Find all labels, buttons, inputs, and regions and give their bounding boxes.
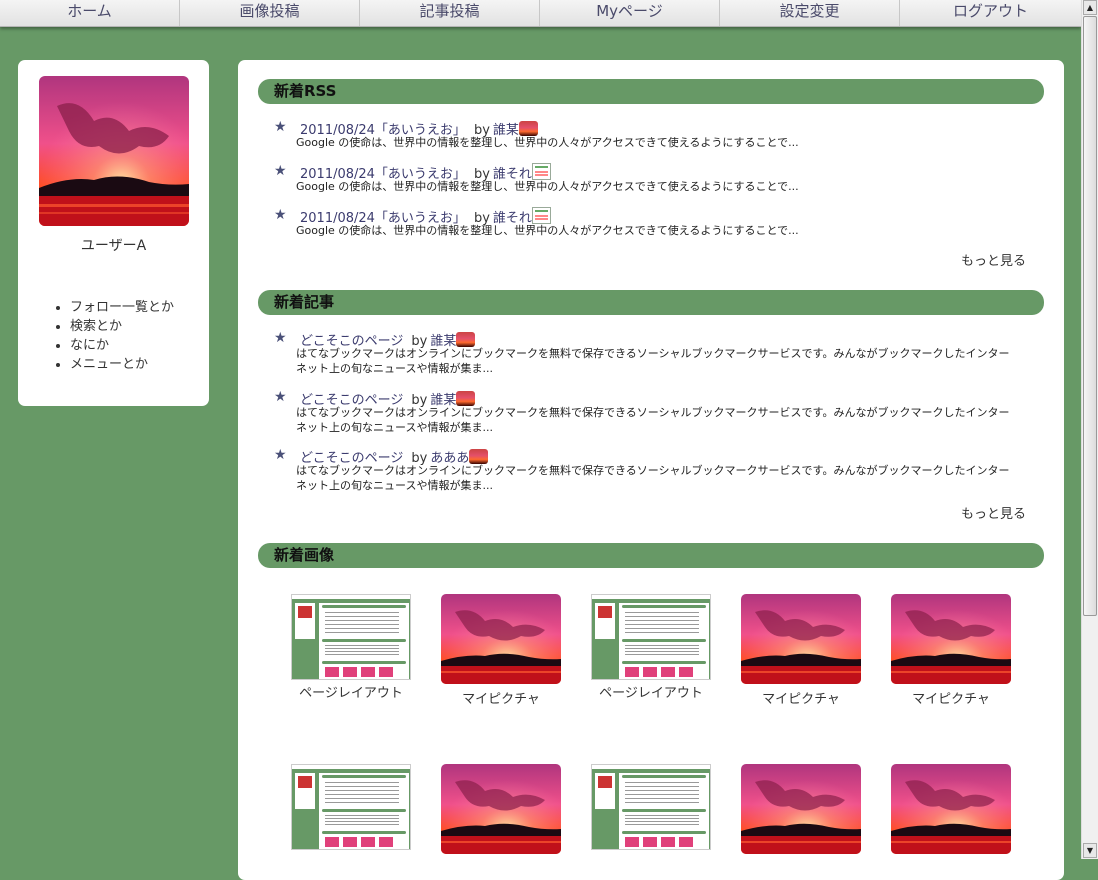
entry-description: はてなブックマークはオンラインにブックマークを無料で保存できるソーシャルブックマ…	[296, 347, 1010, 375]
section-header-images: 新着画像	[258, 543, 1044, 568]
image-thumbnail[interactable]	[291, 764, 411, 852]
entry-description: Google の使命は、世界中の情報を整理し、世界中の人々がアクセスできて使える…	[296, 136, 799, 149]
sunset-thumbnail-icon[interactable]	[518, 121, 538, 136]
user-name[interactable]: ユーザーA	[18, 235, 209, 255]
sidebar-item-something[interactable]: なにか	[70, 336, 174, 355]
page-layout-image[interactable]	[591, 594, 711, 680]
vertical-scrollbar[interactable]: ▲ ▼	[1081, 0, 1098, 859]
star-icon: ★	[274, 389, 287, 405]
nav-home[interactable]: ホーム	[0, 0, 180, 26]
rss-more-link[interactable]: もっと見る	[961, 250, 1026, 269]
image-thumbnail[interactable]: マイピクチャ	[891, 594, 1011, 707]
sidebar: ユーザーA フォロー一覧とか 検索とか なにか メニューとか	[18, 60, 209, 406]
entry-description: はてなブックマークはオンラインにブックマークを無料で保存できるソーシャルブックマ…	[296, 406, 1010, 434]
image-caption[interactable]: マイピクチャ	[891, 688, 1011, 707]
nav-settings[interactable]: 設定変更	[720, 0, 900, 26]
sunset-image[interactable]	[891, 594, 1011, 684]
image-thumbnail[interactable]: マイピクチャ	[741, 594, 861, 707]
page-layout-thumbnail-icon[interactable]	[531, 207, 551, 224]
sunset-image[interactable]	[741, 594, 861, 684]
entry-description: Google の使命は、世界中の情報を整理し、世界中の人々がアクセスできて使える…	[296, 224, 799, 237]
image-thumbnail[interactable]	[741, 764, 861, 858]
image-thumbnail[interactable]	[441, 764, 561, 858]
sunset-image[interactable]	[441, 764, 561, 854]
sunset-image[interactable]	[741, 764, 861, 854]
sunset-thumbnail-icon[interactable]	[469, 449, 489, 464]
nav-my-page[interactable]: Myページ	[540, 0, 720, 26]
sidebar-item-menu[interactable]: メニューとか	[70, 355, 174, 374]
nav-logout[interactable]: ログアウト	[900, 0, 1081, 26]
image-thumbnail[interactable]: マイピクチャ	[441, 594, 561, 707]
scroll-down-arrow-icon[interactable]: ▼	[1083, 843, 1097, 858]
sunset-thumbnail-icon[interactable]	[456, 391, 476, 406]
image-thumbnail[interactable]	[591, 764, 711, 852]
section-header-rss: 新着RSS	[258, 79, 1044, 104]
sunset-thumbnail-icon[interactable]	[456, 332, 476, 347]
sunset-image[interactable]	[891, 764, 1011, 854]
page-layout-image[interactable]	[291, 764, 411, 850]
top-navigation-bar: ホーム 画像投稿 記事投稿 Myページ 設定変更 ログアウト	[0, 0, 1081, 27]
image-caption[interactable]: マイピクチャ	[441, 688, 561, 707]
image-thumbnail[interactable]: ページレイアウト	[291, 594, 411, 701]
star-icon: ★	[274, 163, 287, 179]
sunset-image[interactable]	[441, 594, 561, 684]
image-caption[interactable]: ページレイアウト	[591, 682, 711, 701]
articles-more-link[interactable]: もっと見る	[961, 503, 1026, 522]
star-icon: ★	[274, 119, 287, 135]
scroll-up-arrow-icon[interactable]: ▲	[1083, 0, 1097, 15]
star-icon: ★	[274, 447, 287, 463]
page-layout-image[interactable]	[591, 764, 711, 850]
main-content: 新着RSS ★ 2011/08/24「あいうえお」 by 誰某 Google の使命…	[238, 60, 1064, 880]
image-thumbnail[interactable]: ページレイアウト	[591, 594, 711, 701]
sidebar-item-search[interactable]: 検索とか	[70, 317, 174, 336]
nav-image-post[interactable]: 画像投稿	[180, 0, 360, 26]
image-thumbnail[interactable]	[891, 764, 1011, 858]
entry-description: はてなブックマークはオンラインにブックマークを無料で保存できるソーシャルブックマ…	[296, 464, 1010, 492]
avatar[interactable]	[39, 76, 189, 226]
section-header-articles: 新着記事	[258, 290, 1044, 315]
page-layout-image[interactable]	[291, 594, 411, 680]
star-icon: ★	[274, 207, 287, 223]
entry-description: Google の使命は、世界中の情報を整理し、世界中の人々がアクセスできて使える…	[296, 180, 799, 193]
scrollbar-thumb[interactable]	[1083, 16, 1097, 616]
nav-article-post[interactable]: 記事投稿	[360, 0, 540, 26]
sidebar-item-follow-list[interactable]: フォロー一覧とか	[70, 298, 174, 317]
image-caption[interactable]: ページレイアウト	[291, 682, 411, 701]
page-layout-thumbnail-icon[interactable]	[531, 163, 551, 180]
image-caption[interactable]: マイピクチャ	[741, 688, 861, 707]
star-icon: ★	[274, 330, 287, 346]
sidebar-menu: フォロー一覧とか 検索とか なにか メニューとか	[52, 298, 174, 374]
